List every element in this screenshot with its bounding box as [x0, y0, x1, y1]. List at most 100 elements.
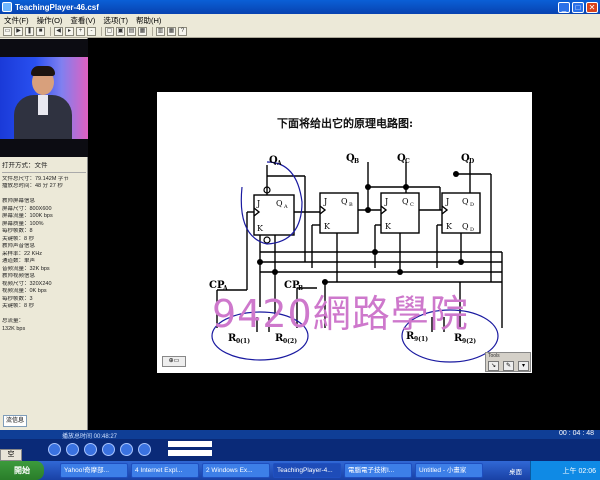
teacher-video — [0, 39, 88, 157]
label-qa-sub: A — [276, 160, 282, 167]
task-explorer[interactable]: 2 Windows Ex... — [202, 463, 270, 478]
label-r01-sub: 0(1) — [236, 338, 250, 345]
help-icon[interactable]: ? — [178, 27, 187, 36]
info-row — [2, 311, 86, 319]
label-qb-sub: B — [354, 158, 359, 165]
svg-text:B: B — [349, 202, 353, 208]
svg-text:Q: Q — [341, 197, 348, 206]
task-teachingplayer[interactable]: TeachingPlayer-4... — [273, 463, 341, 478]
stream-info: 打开方式：文件 文件总尺寸：79.142M 字节 播放总时间：48 分 27 秒 … — [2, 162, 86, 333]
previous-button[interactable] — [48, 443, 61, 456]
watermark: 9420網路學院 — [212, 292, 469, 336]
menu-icon[interactable]: ▾ — [518, 361, 529, 371]
info-row: 关键帧：8 秒 — [2, 235, 35, 242]
task-yahoo[interactable]: Yahoo!奇摩部... — [60, 463, 128, 478]
next-button[interactable] — [120, 443, 133, 456]
menu-view[interactable]: 查看(V) — [70, 15, 95, 26]
volume-button[interactable] — [138, 443, 151, 456]
info-header: 打开方式：文件 — [2, 162, 86, 173]
junction-dot — [257, 259, 263, 265]
info-row: 屏幕质量：100% — [2, 220, 44, 227]
info-row: 教师屏幕信息 — [2, 198, 36, 204]
info-row: 教师视频信息 — [2, 273, 36, 279]
clock-triangle-b — [319, 205, 327, 215]
junction-dot — [365, 207, 371, 213]
play-icon[interactable]: ▶ — [14, 27, 23, 36]
maximize-button[interactable]: □ — [572, 1, 584, 13]
svg-text:J: J — [256, 199, 260, 208]
svg-text:K: K — [257, 224, 264, 233]
window-icon[interactable]: ▣ — [116, 27, 125, 36]
toolbar: ▭ ▶ ❚ ■ ◀ ▸ + - ▢ ▣ ▤ ▦ ▥ ▦ ? — [0, 26, 600, 38]
desktop-label[interactable]: 桌面 — [509, 466, 522, 476]
stop-icon[interactable]: ■ — [36, 27, 45, 36]
layout-icon[interactable]: ▤ — [127, 27, 136, 36]
video-presenter-hair — [31, 66, 55, 76]
toolbar-separator — [101, 27, 102, 36]
task-ie[interactable]: 4 Internet Expl... — [131, 463, 199, 478]
svg-text:J: J — [384, 197, 388, 206]
settings-icon[interactable]: ▦ — [138, 27, 147, 36]
svg-text:K: K — [385, 222, 392, 231]
menu-help[interactable]: 帮助(H) — [136, 15, 161, 26]
title-bar: TeachingPlayer-46.csf _ □ ✕ — [0, 0, 600, 14]
label-qd-sub: D — [469, 158, 474, 165]
rewind-icon[interactable]: ◀ — [54, 27, 63, 36]
junction-dot — [272, 269, 278, 275]
inversion-bubble — [263, 236, 271, 244]
pause-icon[interactable]: ❚ — [25, 27, 34, 36]
window-title: TeachingPlayer-46.csf — [15, 2, 99, 12]
pause-button[interactable] — [84, 443, 97, 456]
label-r02-sub: 0(2) — [283, 338, 297, 345]
stream-info-tab[interactable]: 流信息 — [3, 415, 27, 427]
info-row: 文件总尺寸：79.142M 字节 — [2, 175, 69, 182]
pointer-icon[interactable]: ↘ — [488, 361, 499, 371]
taskbar: 空 開始 Yahoo!奇摩部... 4 Internet Expl... 2 W… — [0, 449, 600, 480]
svg-text:C: C — [410, 202, 414, 208]
info-row: 教师声音信息 — [2, 243, 36, 249]
stop-button[interactable] — [102, 443, 115, 456]
info-row — [2, 191, 86, 199]
pen-icon[interactable]: ✎ — [503, 361, 514, 371]
close-button[interactable]: ✕ — [586, 1, 598, 13]
svg-text:A: A — [283, 204, 288, 210]
menu-bar: 文件(F) 操作(O) 查看(V) 选项(T) 帮助(H) — [0, 14, 600, 26]
zoom-out-icon[interactable]: - — [87, 27, 96, 36]
svg-text:J: J — [323, 197, 327, 206]
info-row: 通道数：单声 — [2, 258, 36, 264]
slide-nav-button[interactable]: ⊕▭ — [162, 356, 186, 367]
junction-dot — [397, 269, 403, 275]
junction-dot — [403, 184, 409, 190]
menu-options[interactable]: 选项(T) — [103, 15, 128, 26]
grid-icon[interactable]: ▦ — [167, 27, 176, 36]
task-paint[interactable]: Untitled - 小畫家 — [415, 463, 483, 478]
clock-triangle-a — [253, 207, 261, 217]
info-row: 每秒帧数：3 — [2, 295, 33, 302]
task-electronics[interactable]: 電腦電子技術I... — [344, 463, 412, 478]
svg-text:D: D — [470, 202, 474, 208]
export-icon[interactable]: ▥ — [156, 27, 165, 36]
remaining-time: 00 : 04 : 48 — [558, 430, 594, 437]
seek-track[interactable] — [168, 441, 212, 447]
junction-dot — [372, 249, 378, 255]
label-qc-sub: C — [405, 158, 410, 165]
svg-text:K: K — [446, 222, 453, 231]
menu-operate[interactable]: 操作(O) — [37, 15, 63, 26]
playback-controls — [0, 439, 600, 461]
open-icon[interactable]: ▭ — [3, 27, 12, 36]
play-button[interactable] — [66, 443, 79, 456]
minimize-button[interactable]: _ — [558, 1, 570, 13]
forward-icon[interactable]: ▸ — [65, 27, 74, 36]
info-row: 音频流量：32K bps — [2, 265, 50, 272]
ime-indicator[interactable]: 空 — [0, 449, 22, 461]
system-tray: 桌面 上午 02:06 — [509, 461, 600, 480]
zoom-in-icon[interactable]: + — [76, 27, 85, 36]
info-row: 每秒帧数：8 — [2, 228, 33, 234]
volume-track[interactable] — [168, 450, 212, 456]
svg-text:J: J — [445, 197, 449, 206]
label-r92-sub: 9(2) — [462, 338, 476, 345]
menu-file[interactable]: 文件(F) — [4, 15, 29, 26]
start-button[interactable]: 開始 — [0, 461, 44, 480]
fullscreen-icon[interactable]: ▢ — [105, 27, 114, 36]
svg-text:K: K — [324, 222, 331, 231]
